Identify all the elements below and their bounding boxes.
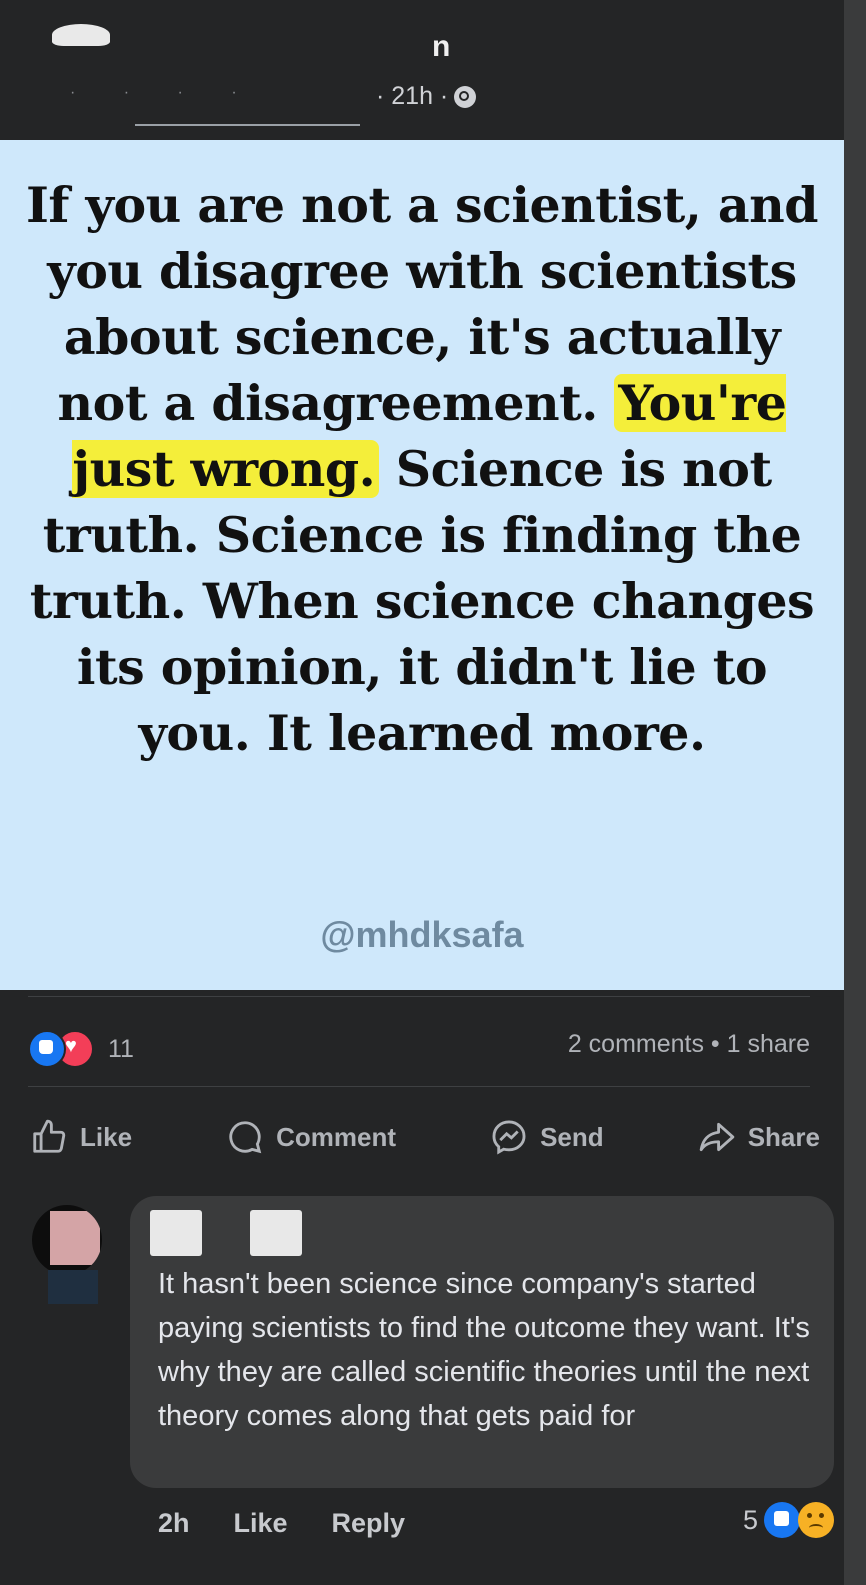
image-watermark: @mhdksafa [320, 914, 524, 955]
share-button[interactable]: Share [698, 1118, 820, 1156]
post-stats[interactable]: 2 comments • 1 share [568, 1030, 810, 1059]
thumbs-up-icon [33, 1119, 66, 1153]
messenger-icon [492, 1120, 526, 1155]
reaction-summary[interactable]: 11 [28, 1030, 134, 1068]
globe-icon [454, 85, 477, 108]
like-reaction-icon [28, 1030, 66, 1068]
avatar-redaction [48, 1270, 98, 1304]
post-header: · · · · n · 21h · [0, 0, 844, 140]
redacted-name: · · · · [70, 84, 259, 101]
like-label: Like [80, 1121, 133, 1152]
comment-button[interactable]: Comment [226, 1118, 396, 1156]
comment-actions: 2h Like Reply [158, 1508, 405, 1539]
sad-reaction-icon [798, 1502, 834, 1538]
like-button[interactable]: Like [30, 1118, 132, 1156]
comment-bubble-icon [229, 1121, 262, 1154]
comment-like-button[interactable]: Like [234, 1508, 288, 1539]
redaction-line [135, 124, 360, 126]
author-avatar[interactable] [52, 24, 110, 46]
avatar-redaction [50, 1211, 100, 1265]
divider [28, 996, 810, 997]
post-actions: Like Comment Send Share [30, 1118, 820, 1156]
send-label: Send [540, 1121, 604, 1152]
comment-reply-button[interactable]: Reply [332, 1508, 406, 1539]
divider [28, 1086, 810, 1087]
like-reaction-icon [764, 1502, 800, 1538]
redacted-commenter-name [250, 1210, 302, 1256]
send-button[interactable]: Send [490, 1118, 604, 1156]
comment-text: It hasn't been science since company's s… [158, 1268, 810, 1432]
post-meta: · 21h · [376, 82, 477, 111]
reaction-count: 11 [108, 1034, 134, 1063]
quote-text: If you are not a scientist, and you disa… [20, 172, 824, 766]
comment-time[interactable]: 2h [158, 1508, 190, 1539]
post-time[interactable]: · 21h · [376, 82, 448, 111]
comment-label: Comment [276, 1121, 396, 1152]
author-name[interactable]: n [432, 30, 450, 64]
share-arrow-icon [699, 1122, 734, 1152]
share-label: Share [747, 1121, 820, 1152]
commenter-avatar[interactable] [32, 1205, 102, 1275]
comment-reaction-count: 5 [742, 1504, 758, 1535]
redacted-commenter-name [150, 1210, 202, 1256]
comment-reactions[interactable]: 5 [743, 1502, 834, 1538]
scroll-edge [844, 0, 866, 1585]
